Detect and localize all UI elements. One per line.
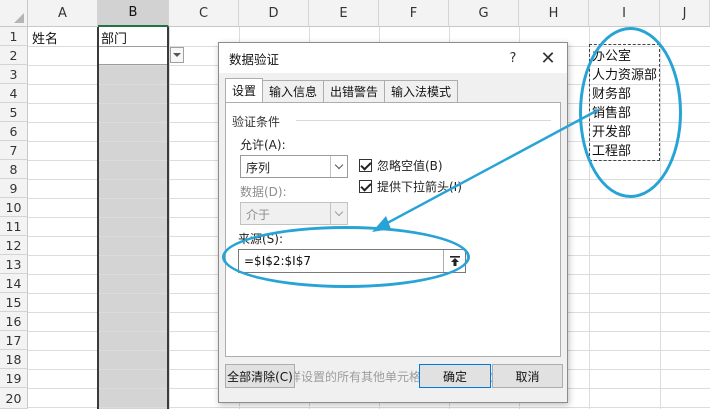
dialog-titlebar[interactable]: 数据验证 ? ✕	[219, 43, 567, 73]
dialog-title: 数据验证	[229, 51, 280, 67]
row-label: 20	[5, 390, 22, 406]
column-label: I	[622, 5, 626, 21]
chevron-down-icon	[330, 156, 347, 177]
column-header-h[interactable]: H	[519, 0, 589, 27]
row-header-7[interactable]: 7	[0, 141, 28, 160]
row-label: 11	[5, 218, 22, 234]
row-header-17[interactable]: 17	[0, 331, 28, 350]
row-label: 5	[9, 104, 18, 120]
tab-input-message[interactable]: 输入信息	[262, 80, 325, 102]
row-label: 3	[9, 66, 18, 82]
column-label: G	[478, 5, 489, 21]
row-label: 16	[5, 313, 22, 329]
clear-all-button[interactable]: 全部清除(C)	[225, 364, 295, 388]
column-label: H	[548, 5, 559, 21]
data-label: 数据(D):	[240, 185, 287, 199]
row-label: 9	[9, 180, 18, 196]
validation-criteria-label: 验证条件	[232, 115, 281, 129]
row-label: 4	[9, 85, 18, 101]
column-header-f[interactable]: F	[379, 0, 449, 27]
row-label: 12	[5, 237, 22, 253]
data-select[interactable]: 介于	[240, 202, 348, 225]
row-label: 7	[9, 142, 18, 158]
row-label: 6	[9, 123, 18, 139]
row-label: 14	[5, 275, 22, 291]
annotation-ellipse-source-field	[222, 226, 470, 288]
column-header-g[interactable]: G	[449, 0, 519, 27]
column-header-a[interactable]: A	[28, 0, 98, 27]
column-header-i[interactable]: I	[589, 0, 660, 27]
chevron-down-icon	[173, 53, 181, 57]
data-select-value: 介于	[246, 208, 271, 222]
row-label: 1	[9, 28, 18, 44]
column-label: E	[339, 5, 348, 21]
row-header-8[interactable]: 8	[0, 160, 28, 179]
row-header-6[interactable]: 6	[0, 122, 28, 141]
column-header-c[interactable]: C	[169, 0, 239, 27]
row-header-15[interactable]: 15	[0, 293, 28, 312]
annotation-ellipse-source-list	[579, 27, 682, 198]
column-header-b[interactable]: B	[98, 0, 169, 27]
row-header-4[interactable]: 4	[0, 84, 28, 103]
row-header-14[interactable]: 14	[0, 274, 28, 293]
ignore-blank-label[interactable]: 忽略空值(B)	[377, 157, 443, 174]
tab-settings[interactable]: 设置	[225, 78, 264, 102]
column-label: J	[682, 5, 687, 21]
select-all-corner[interactable]	[0, 0, 28, 27]
column-label: C	[198, 5, 209, 21]
column-label: D	[268, 5, 279, 21]
row-header-19[interactable]: 19	[0, 369, 28, 388]
help-button[interactable]: ?	[503, 48, 523, 68]
allow-label: 允许(A):	[240, 138, 286, 152]
cell-a1[interactable]: 姓名	[32, 28, 58, 47]
close-button[interactable]: ✕	[535, 46, 561, 70]
column-header-j[interactable]: J	[660, 0, 710, 27]
row-header-20[interactable]: 20	[0, 388, 28, 409]
row-header-16[interactable]: 16	[0, 312, 28, 331]
row-header-5[interactable]: 5	[0, 103, 28, 122]
row-label: 19	[5, 370, 22, 386]
allow-select[interactable]: 序列	[240, 155, 348, 178]
column-label: B	[128, 5, 138, 20]
row-header-11[interactable]: 11	[0, 217, 28, 236]
row-label: 8	[9, 161, 18, 177]
row-header-10[interactable]: 10	[0, 198, 28, 217]
in-cell-dropdown-label[interactable]: 提供下拉箭头(I)	[377, 178, 462, 195]
column-header-e[interactable]: E	[309, 0, 379, 27]
row-label: 13	[5, 256, 22, 272]
data-validation-dialog: 数据验证 ? ✕ 设置 输入信息 出错警告 输入法模式 验证条件 允许(A): …	[218, 42, 568, 403]
column-header-d[interactable]: D	[239, 0, 309, 27]
row-header-3[interactable]: 3	[0, 65, 28, 84]
chevron-down-icon	[330, 203, 347, 224]
row-header-2[interactable]: 2	[0, 46, 28, 65]
row-label: 18	[5, 351, 22, 367]
cancel-button[interactable]: 取消	[492, 364, 563, 388]
selected-column-border	[97, 27, 169, 409]
ignore-blank-checkbox[interactable]	[359, 159, 372, 172]
group-divider	[296, 120, 551, 121]
column-label: A	[58, 5, 67, 21]
ok-button[interactable]: 确定	[419, 364, 491, 388]
in-cell-dropdown-checkbox[interactable]	[359, 180, 372, 193]
tab-error-alert[interactable]: 出错警告	[323, 80, 386, 102]
row-label: 2	[9, 47, 18, 63]
row-header-18[interactable]: 18	[0, 350, 28, 369]
row-label: 17	[5, 332, 22, 348]
row-header-9[interactable]: 9	[0, 179, 28, 198]
row-header-13[interactable]: 13	[0, 255, 28, 274]
row-header-12[interactable]: 12	[0, 236, 28, 255]
column-label: F	[409, 5, 418, 21]
cell-dropdown-button[interactable]	[170, 47, 184, 63]
row-label: 10	[5, 199, 22, 215]
tab-ime-mode[interactable]: 输入法模式	[384, 80, 459, 102]
row-label: 15	[5, 294, 22, 310]
row-header-1[interactable]: 1	[0, 27, 28, 46]
allow-select-value: 序列	[246, 161, 271, 175]
dialog-tabs: 设置 输入信息 出错警告 输入法模式	[225, 78, 459, 102]
